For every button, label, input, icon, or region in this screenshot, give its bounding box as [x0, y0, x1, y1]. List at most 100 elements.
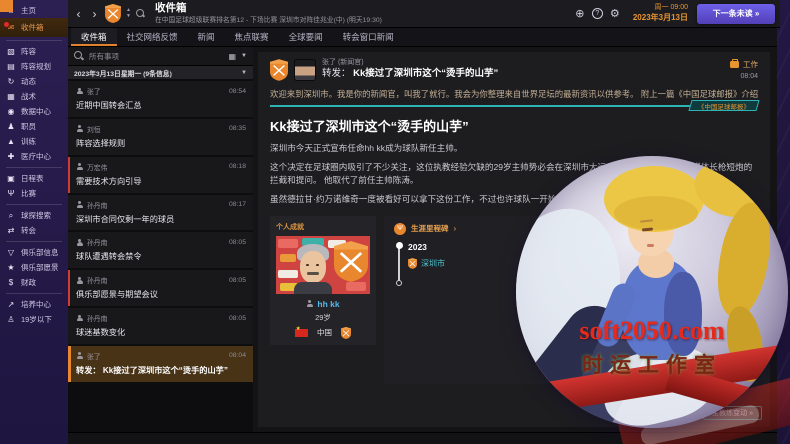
- sidebar-item-data-hub[interactable]: ◉ 数据中心: [0, 104, 68, 119]
- sidebar-item-squad-planner[interactable]: ▤ 阵容规划: [0, 59, 68, 74]
- sidebar-item[interactable]: [6, 293, 62, 294]
- sidebar-item-development-centre[interactable]: ↗ 培养中心: [0, 297, 68, 312]
- sidebar-item-dynamics[interactable]: ↻ 动态: [0, 74, 68, 89]
- sidebar-item-icon: ♟: [5, 122, 17, 131]
- sidebar-item[interactable]: [6, 241, 62, 242]
- sidebar-item[interactable]: [6, 204, 62, 205]
- sidebar-item-label: 主页: [21, 5, 36, 16]
- sidebar-item-inbox[interactable]: ✉ 收件箱: [0, 18, 68, 37]
- sidebar-item-icon: ▧: [5, 47, 17, 56]
- sidebar-item-label: 动态: [21, 76, 36, 87]
- sidebar-item-icon: ↻: [5, 77, 17, 86]
- message-sender: 张了: [87, 86, 101, 96]
- person-icon: [76, 88, 83, 95]
- sidebar-item-transfers[interactable]: ⇄ 转会: [0, 223, 68, 238]
- tab-label: 社交网络反馈: [127, 31, 178, 43]
- person-icon: [76, 201, 83, 208]
- person-icon: [76, 315, 83, 322]
- view-mode-chevron-icon[interactable]: ▼: [241, 53, 247, 59]
- section-switch-icon[interactable]: ▲▼: [126, 8, 131, 19]
- sidebar-item[interactable]: [6, 167, 62, 168]
- sidebar-item[interactable]: [6, 40, 62, 41]
- page-header: 收件箱 在中国足球超级联赛排名第12 - 下场比赛 深圳市对阵佳兆业(中) (明…: [155, 3, 382, 25]
- manager-face: [294, 244, 332, 292]
- message-list-item[interactable]: 孙丹南 08:05 俱乐部愿景与期望会议: [68, 270, 253, 306]
- watermark-overlay: soft2050.com 时运工作室: [516, 156, 788, 428]
- sidebar-item-icon: ⌕: [5, 211, 17, 221]
- message-subject: 转发： Kk接过了深圳市这个“烫手的山芋”: [322, 68, 498, 80]
- sidebar-item-club-info[interactable]: ▽ 俱乐部信息: [0, 245, 68, 260]
- sidebar-item-tactics[interactable]: ▦ 战术: [0, 89, 68, 104]
- sidebar-item-icon: ▤: [5, 62, 17, 71]
- manager-nation-row: 中国: [276, 327, 370, 339]
- article-title: Kk接过了深圳市这个“烫手的山芋”: [270, 116, 758, 135]
- tab-label: 新闻: [198, 31, 215, 43]
- trophy-icon: Ψ: [394, 223, 406, 235]
- sidebar-item-staff[interactable]: ♟ 职员: [0, 119, 68, 134]
- sidebar-item-training[interactable]: ▲ 训练: [0, 134, 68, 149]
- message-list-item[interactable]: 孙丹南 08:05 球队遭遇转会禁令: [68, 232, 253, 268]
- tab[interactable]: 新闻: [188, 28, 225, 46]
- sidebar-item-squad[interactable]: ▧ 阵容: [0, 44, 68, 59]
- globe-icon[interactable]: ⊕: [573, 7, 587, 20]
- tab[interactable]: 全球要闻: [279, 28, 333, 46]
- watermark-studio-text: 时运工作室: [516, 349, 788, 379]
- back-button[interactable]: ‹: [73, 8, 84, 20]
- inbox-tabs: 收件箱 社交网络反馈 新闻 焦点联赛 全球要闻 转: [68, 28, 777, 47]
- message-list-item[interactable]: 张了 08:04 转发： Kk接过了深圳市这个“烫手的山芋”: [68, 346, 253, 382]
- manager-name[interactable]: hh kk: [276, 299, 370, 309]
- chevron-right-icon: ›: [454, 224, 457, 233]
- china-flag-icon: [295, 329, 308, 338]
- group-collapse-chevron-icon[interactable]: ▼: [241, 70, 247, 76]
- message-title: 近期中国转会汇总: [76, 101, 246, 111]
- sidebar-item-medical-centre[interactable]: ✚ 医疗中心: [0, 149, 68, 164]
- sidebar-item-finances[interactable]: $ 财政: [0, 275, 68, 290]
- tab[interactable]: 焦点联赛: [225, 28, 279, 46]
- message-list-item[interactable]: 孙丹南 08:05 球迷基数变化: [68, 308, 253, 344]
- message-list-item[interactable]: 万宏伟 08:18 需要技术方向引导: [68, 157, 253, 193]
- forward-button[interactable]: ›: [89, 8, 100, 20]
- sidebar-item-schedule[interactable]: ▣ 日程表: [0, 171, 68, 186]
- tab[interactable]: 转会窗口新闻: [333, 28, 404, 46]
- message-title: 俱乐部愿景与期望会议: [76, 290, 246, 300]
- message-sender: 万宏伟: [87, 162, 107, 172]
- sidebar-item-matches[interactable]: Ψ 比赛: [0, 186, 68, 201]
- tab-label: 焦点联赛: [235, 31, 269, 43]
- message-title: 需要技术方向引导: [76, 177, 246, 187]
- message-list-item[interactable]: 刘恒 08:35 阵容选择规则: [68, 119, 253, 155]
- sidebar-item-icon: ✉: [5, 23, 17, 32]
- sidebar-item-under-19s[interactable]: ♙ 19岁以下: [0, 312, 68, 327]
- club-crest-icon[interactable]: [105, 4, 121, 23]
- sidebar-item-label: 阵容: [21, 46, 36, 57]
- message-time: 08:54: [229, 88, 246, 95]
- sidebar-item-icon: ▦: [5, 92, 17, 101]
- continue-button[interactable]: 下一条未读 »: [697, 4, 775, 24]
- person-icon: [76, 277, 83, 284]
- sender-name: 张了 (新闻官): [322, 59, 498, 68]
- view-mode-icon[interactable]: ▦: [228, 52, 236, 61]
- page-title: 收件箱: [155, 3, 382, 15]
- fm-app-logo: [0, 0, 13, 12]
- filter-search-icon: [74, 51, 84, 61]
- tab[interactable]: 收件箱: [71, 28, 117, 46]
- message-filter-row[interactable]: 所有事项 ▦ ▼: [68, 47, 253, 66]
- sidebar-item-label: 19岁以下: [21, 314, 52, 325]
- sidebar-item-icon: $: [5, 278, 17, 287]
- watermark-image: [516, 156, 788, 428]
- sidebar-item-label: 战术: [21, 91, 36, 102]
- sidebar-item-label: 职员: [21, 121, 36, 132]
- manager-age: 29岁: [276, 312, 370, 323]
- sidebar-item-scouting[interactable]: ⌕ 球探搜索: [0, 208, 68, 223]
- message-list-item[interactable]: 张了 08:54 近期中国转会汇总: [68, 81, 253, 117]
- top-bar: ‹ › ▲▼ 收件箱 在中国足球超级联赛排名第12 - 下场比赛 深圳市对阵佳兆…: [68, 0, 780, 28]
- date-group-header[interactable]: 2023年3月13日星期一 (9条信息) ▼: [68, 66, 253, 79]
- tab[interactable]: 社交网络反馈: [117, 28, 188, 46]
- help-icon[interactable]: ?: [592, 8, 603, 19]
- message-time: 08:04: [229, 352, 246, 359]
- sidebar-item-label: 俱乐部信息: [21, 247, 59, 258]
- message-list-item[interactable]: 孙丹南 08:17 深圳市合同仅剩一年的球员: [68, 195, 253, 231]
- message-title: 球迷基数变化: [76, 328, 246, 338]
- sidebar-item-club-vision[interactable]: ★ 俱乐部愿景: [0, 260, 68, 275]
- gear-icon[interactable]: ⚙: [608, 7, 622, 20]
- search-icon[interactable]: [136, 9, 146, 19]
